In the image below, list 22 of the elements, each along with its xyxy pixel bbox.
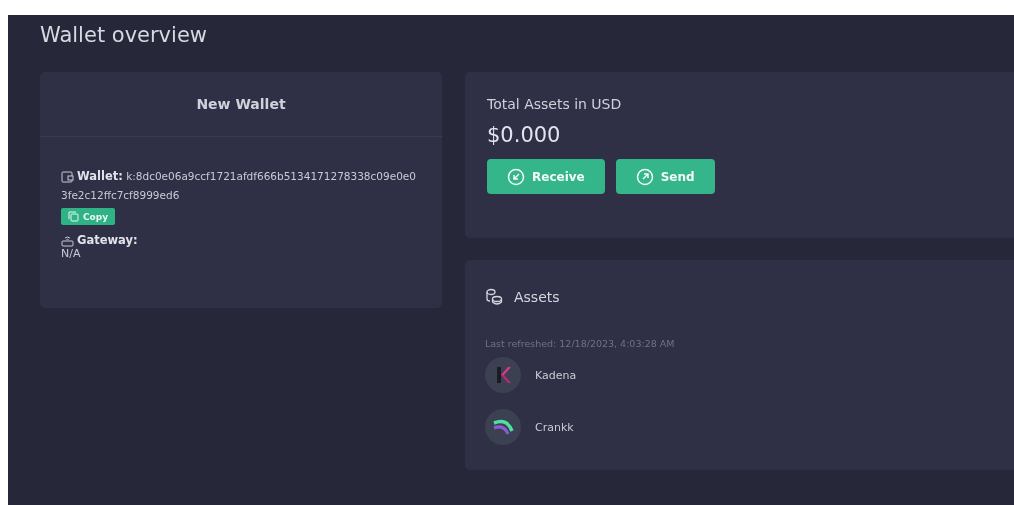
card-title: Assets xyxy=(514,289,560,305)
page-title: Wallet overview xyxy=(40,22,207,49)
coin-logo-icon xyxy=(485,357,521,393)
receive-button[interactable]: Receive xyxy=(487,159,605,194)
gateway-label: Gateway: xyxy=(77,233,138,247)
router-icon xyxy=(61,234,74,247)
coins-icon xyxy=(485,288,503,306)
copy-icon xyxy=(68,211,79,222)
total-amount: $0.000 xyxy=(487,123,562,147)
gateway-value: N/A xyxy=(61,247,82,260)
arrow-down-left-icon xyxy=(507,167,525,186)
card-title: Total Assets in USD xyxy=(487,96,622,112)
card-title: New Wallet xyxy=(196,96,286,112)
wallet-icon xyxy=(61,170,74,183)
last-refreshed-text: Last refreshed: 12/18/2023, 4:03:28 AM xyxy=(485,338,675,349)
copy-button[interactable]: Copy xyxy=(61,208,116,225)
send-button[interactable]: Send xyxy=(615,159,715,194)
asset-name: Crankk xyxy=(535,420,574,434)
arrow-up-right-icon xyxy=(635,167,654,186)
asset-name: Kadena xyxy=(535,368,577,382)
wallet-address: Wallet: k:8dc0e06a9ccf1721afdf666b5134171278338c09e0e03fe2c12ffc7cf8999ed6 xyxy=(61,168,417,203)
coin-logo-icon xyxy=(485,409,521,445)
